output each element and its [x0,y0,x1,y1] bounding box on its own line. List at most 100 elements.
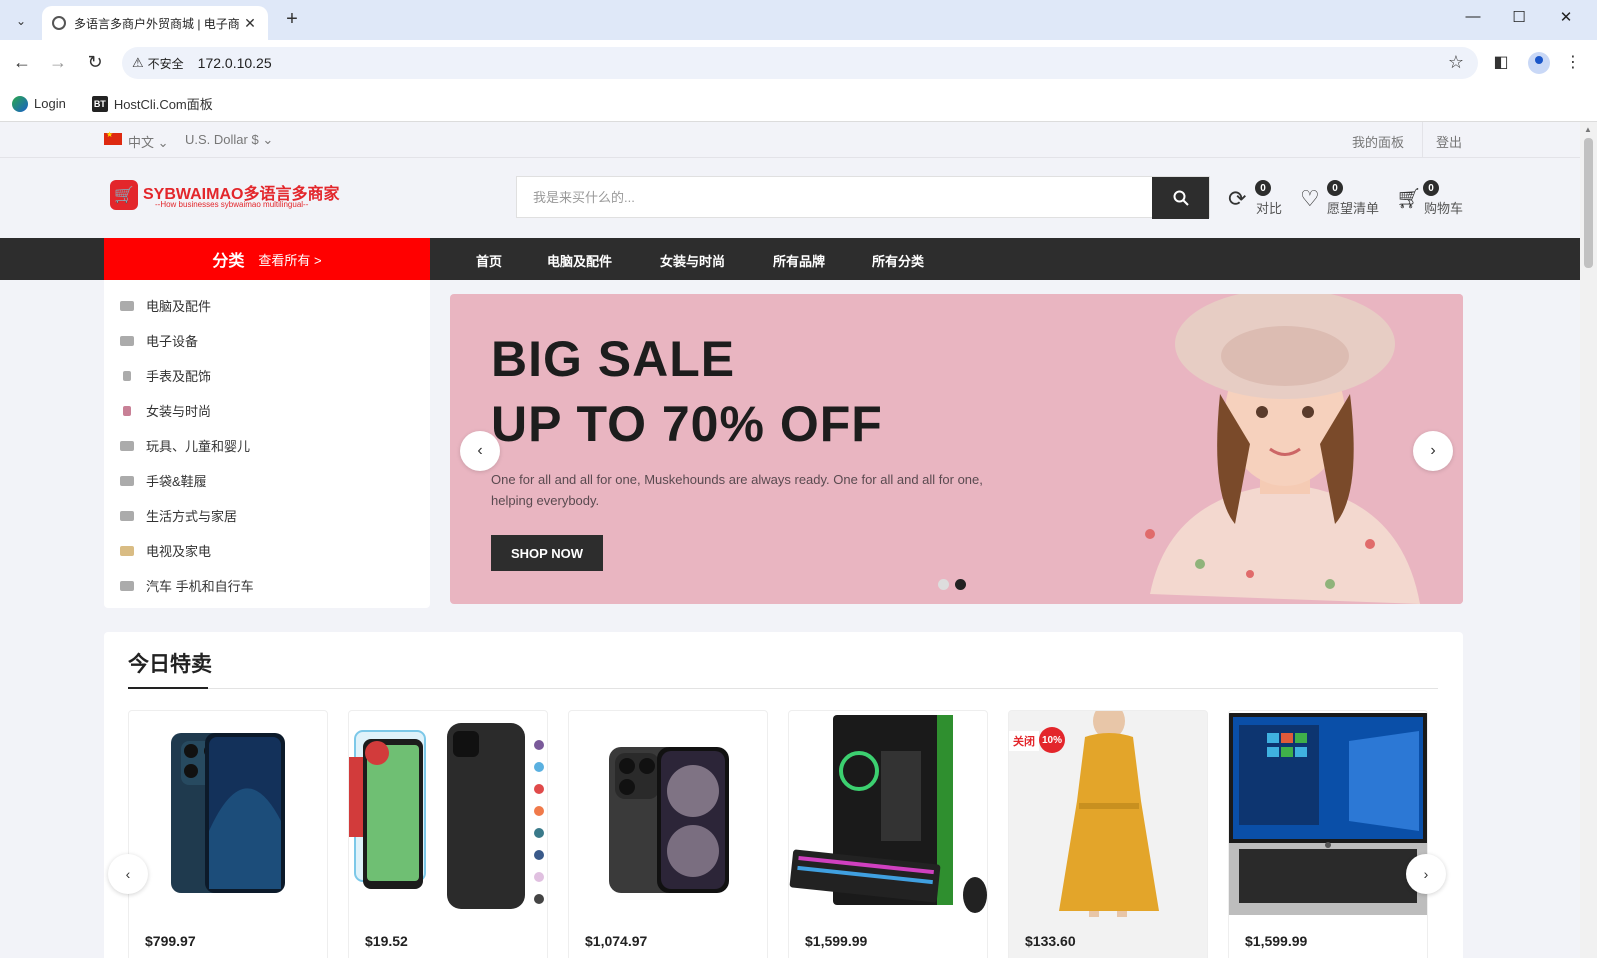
insecure-label[interactable]: 不安全 [148,55,184,72]
new-tab-button[interactable]: + [280,8,304,31]
side-panel-icon[interactable]: ◧ [1489,52,1513,72]
cart-link[interactable]: 购物车 [1424,198,1463,217]
language-selector[interactable]: 中文 ⌄ [128,132,169,151]
sidebar-item-auto[interactable]: 汽车 手机和自行车 [120,576,254,595]
book-icon [120,510,134,521]
tv-icon [120,545,134,556]
product-price: $799.97 [145,933,196,949]
bookmark-star-icon[interactable]: ☆ [1448,52,1464,73]
product-price: $1,599.99 [805,933,868,949]
product-card[interactable]: 关闭 10% $133.60 [1008,710,1208,958]
slide-dot-1[interactable] [938,579,949,590]
carousel-next-icon[interactable]: › [1406,854,1446,894]
wishlist-link[interactable]: 愿望清单 [1327,198,1379,217]
nav-computers[interactable]: 电脑及配件 [547,251,612,270]
dress-icon [123,405,131,416]
slide-dot-2[interactable] [955,579,966,590]
address-input[interactable]: ⚠ 不安全 172.0.10.25 ☆ [122,47,1478,79]
china-flag-icon [104,130,122,145]
browser-tab-strip: ⌄ 多语言多商户外贸商城 | 电子商 ✕ + — ☐ ✕ [0,0,1597,40]
wishlist-count-badge: 0 [1327,180,1343,196]
bookmark-hostcli[interactable]: BT HostCli.Com面板 [91,94,213,113]
compare-count-badge: 0 [1255,180,1271,196]
site-globe-icon [52,16,66,30]
sidebar-item-computers[interactable]: 电脑及配件 [120,296,211,315]
top-utility-bar: 中文 ⌄ U.S. Dollar $ ⌄ 我的面板 登出 [0,122,1580,158]
my-panel-link[interactable]: 我的面板 [1352,132,1404,151]
bookmark-login[interactable]: Login [12,95,66,112]
banner-next-icon[interactable]: › [1413,431,1453,471]
reload-icon[interactable]: ↻ [83,52,107,73]
sidebar-item-bags-shoes[interactable]: 手袋&鞋履 [120,471,207,490]
shop-now-button[interactable]: SHOP NOW [491,535,603,571]
search-input[interactable] [517,177,1137,217]
product-card[interactable]: $1,599.99 [1228,710,1428,958]
bookmark-label: HostCli.Com面板 [113,97,213,112]
sidebar-item-lifestyle[interactable]: 生活方式与家居 [120,506,237,525]
site-header: 🛒 SYBWAIMAO多语言多商家 --How businesses sybwa… [0,158,1580,238]
nav-all-categories[interactable]: 所有分类 [872,251,924,270]
tab-close-icon[interactable]: ✕ [242,15,258,32]
divider [1422,122,1423,158]
logo-cart-icon[interactable]: 🛒 [110,180,138,210]
carousel-prev-icon[interactable]: ‹ [108,854,148,894]
nav-women-fashion[interactable]: 女装与时尚 [660,251,725,270]
hero-banner[interactable]: BIG SALE UP TO 70% OFF One for all and a… [450,294,1463,604]
title-underline [128,687,208,689]
minimize-icon[interactable]: — [1458,8,1488,25]
product-card[interactable]: $799.97 [128,710,328,958]
heart-icon[interactable]: ♡ [1300,186,1320,212]
section-title: 今日特卖 [128,653,212,676]
menu-kebab-icon[interactable]: ⋮ [1561,52,1585,72]
nav-home[interactable]: 首页 [476,251,502,270]
sidebar-item-toys[interactable]: 玩具、儿童和婴儿 [120,436,250,455]
electronics-icon [120,335,134,346]
sidebar-item-electronics[interactable]: 电子设备 [120,331,198,350]
currency-selector[interactable]: U.S. Dollar $ ⌄ [185,132,273,148]
maximize-icon[interactable]: ☐ [1504,8,1534,26]
cart-icon[interactable]: 🛒︎ [1396,186,1421,211]
product-image-hp-laptop [1229,713,1427,915]
window-close-icon[interactable]: ✕ [1551,8,1581,26]
tab-title: 多语言多商户外贸商城 | 电子商 [74,16,240,31]
logo-subtitle: --How businesses sybwaimao multilingual-… [155,200,309,209]
scrollbar-thumb[interactable] [1584,138,1593,268]
browser-tab[interactable]: 多语言多商户外贸商城 | 电子商 ✕ [42,6,268,40]
logout-link[interactable]: 登出 [1436,132,1462,151]
profile-avatar-icon[interactable] [1528,52,1550,74]
banner-prev-icon[interactable]: ‹ [460,431,500,471]
compare-icon[interactable]: ⟳ [1228,186,1246,212]
product-image-iphone14 [609,747,729,893]
tab-search-button[interactable]: ⌄ [8,8,34,34]
back-icon[interactable]: ← [10,52,34,73]
computer-icon [120,300,134,311]
warning-icon: ⚠ [132,55,144,70]
bt-icon: BT [91,95,108,112]
search-button[interactable] [1152,177,1209,219]
cart-count-badge: 0 [1423,180,1439,196]
page-scrollbar[interactable]: ▲ [1580,122,1597,958]
main-nav: 分类 查看所有 > 首页 电脑及配件 女装与时尚 所有品牌 所有分类 [0,238,1580,280]
product-card[interactable]: $1,074.97 [568,710,768,958]
product-card[interactable]: $1,599.99 [788,710,988,958]
product-image-iphone12 [171,733,285,893]
sidebar-item-tv[interactable]: 电视及家电 [120,541,211,560]
url-text[interactable]: 172.0.10.25 [198,55,272,71]
forward-icon[interactable]: → [46,52,70,73]
banner-girl-image [1110,294,1463,604]
globe-icon [12,95,28,112]
banner-text: One for all and all for one, Muskehounds… [491,472,983,508]
view-all-link[interactable]: 查看所有 > [258,250,321,269]
sidebar-item-watches[interactable]: 手表及配饰 [120,366,211,385]
handbag-icon [120,475,134,486]
sidebar-item-women-fashion[interactable]: 女装与时尚 [120,401,211,420]
product-card[interactable]: $19.52 [348,710,548,958]
nav-all-brands[interactable]: 所有品牌 [773,251,825,270]
product-price: $1,074.97 [585,933,648,949]
search-box [516,176,1210,219]
category-header[interactable]: 分类 查看所有 > [104,238,430,280]
scroll-up-icon[interactable]: ▲ [1584,125,1592,134]
product-price: $19.52 [365,933,408,949]
compare-link[interactable]: 对比 [1256,198,1282,217]
product-image-glass-case [349,723,544,909]
